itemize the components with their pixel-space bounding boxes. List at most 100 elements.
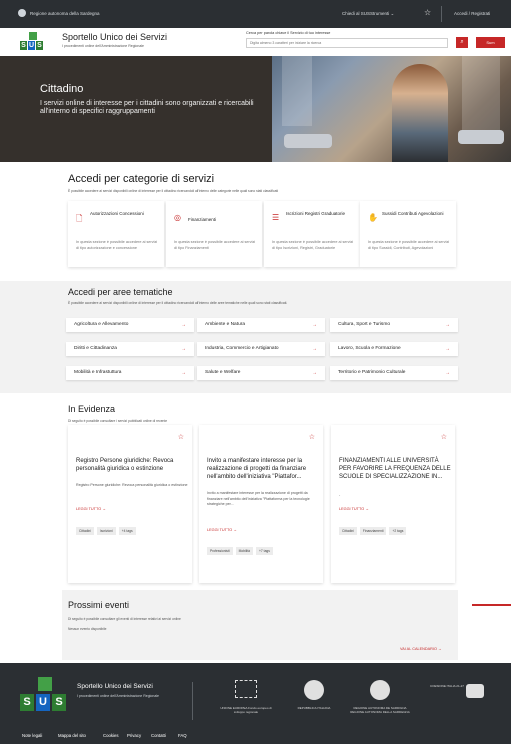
category-label: Sussidi Contributi Agevolazioni [382, 211, 444, 216]
category-description: In questa sezione è possibile accedere a… [272, 240, 354, 250]
logo-letter: S [20, 694, 34, 711]
footer-link-faq[interactable]: FAQ [178, 733, 187, 738]
category-description: In questa sezione è possibile accedere a… [174, 240, 256, 250]
login-link[interactable]: Accedi / Registrati [454, 11, 490, 16]
arrow-right-icon: → [312, 346, 317, 352]
area-mobilita[interactable]: Mobilità e Infrastuttura → [66, 366, 194, 380]
evidence-card[interactable]: ☆ Registro Persone giuridiche: Revoca pe… [68, 425, 192, 583]
partner-caption: REGIONE AUTONOMA DE SARDIGNA REGIONE AUT… [350, 706, 410, 714]
search-icon: ⌕ [460, 39, 464, 45]
category-label: Iscrizioni Registri Graduatorie [286, 211, 346, 216]
logo-letter: S [20, 41, 27, 50]
partner-caption: COESIONE ITALIA 21-27 [430, 684, 464, 688]
favorite-star-icon[interactable]: ☆ [178, 433, 184, 441]
favorite-star-icon[interactable]: ☆ [309, 433, 315, 441]
sum-button[interactable]: Sum [476, 37, 505, 48]
area-label: Industria, Commercio e Artigianato [205, 346, 279, 351]
footer-link-contatti[interactable]: Contatti [151, 733, 166, 738]
eu-flag-icon [235, 680, 257, 698]
tag-list: Professionisti Mobilità +7 tags [207, 547, 273, 555]
area-label: Diritti e Cittadinanza [74, 346, 117, 351]
region-emblem-icon [18, 9, 26, 17]
area-label: Cultura, Sport e Turismo [338, 322, 390, 327]
area-diritti[interactable]: Diritti e Cittadinanza → [66, 342, 194, 356]
area-lavoro[interactable]: Lavoro, Scuola e Formazione → [330, 342, 458, 356]
footer-link-privacy[interactable]: Privacy [127, 733, 141, 738]
partner-caption: REPUBBLICA ITALIANA [297, 706, 331, 710]
tag[interactable]: Iscrizioni [96, 527, 116, 535]
tag[interactable]: Finanziamenti [359, 527, 387, 535]
area-label: Ambiente e Natura [205, 322, 245, 327]
calendar-link[interactable]: VAI AL CALENDARIO → [400, 647, 442, 651]
read-more-link[interactable]: LEGGI TUTTO → [76, 507, 106, 511]
categories-subtitle: È possibile accedere ai servizi disponib… [68, 189, 279, 193]
hero-image [272, 56, 511, 162]
category-label: Autorizzazioni Concessioni [90, 211, 144, 216]
category-card-iscrizioni[interactable]: ☰ Iscrizioni Registri Graduatorie In que… [264, 201, 360, 267]
arrow-right-icon: → [181, 322, 186, 328]
search-button[interactable]: ⌕ [456, 37, 468, 48]
list-icon: ☰ [272, 213, 280, 222]
tools-menu[interactable]: Strumenti ⌄ [370, 11, 394, 17]
tag[interactable]: +7 tags [255, 547, 273, 555]
events-title: Prossimi eventi [68, 600, 130, 610]
tag-list: Cittadini Finanziamenti +2 tags [339, 527, 407, 535]
arrow-right-icon: → [445, 322, 450, 328]
read-more-label: LEGGI TUTTO [207, 528, 233, 532]
coesione-italia-icon [466, 684, 484, 698]
areas-title: Accedi per aree tematiche [68, 287, 173, 297]
events-empty-message: Nessun evento disponibile [68, 627, 107, 631]
category-card-autorizzazioni[interactable]: 🗋 Autorizzazioni Concessioni In questa s… [68, 201, 164, 267]
divider [192, 682, 193, 720]
tag[interactable]: Cittadini [76, 527, 94, 535]
evidence-card-title[interactable]: Invito a manifestare interesse per la re… [207, 457, 319, 481]
tag[interactable]: Mobilità [235, 547, 253, 555]
area-territorio[interactable]: Territorio e Patrimonio Culturale → [330, 366, 458, 380]
tag[interactable]: +2 tags [389, 527, 407, 535]
arrow-right-icon: → [312, 322, 317, 328]
category-card-finanziamenti[interactable]: ◎ Finanziamenti In questa sezione è poss… [166, 201, 262, 267]
evidence-card[interactable]: ☆ Invito a manifestare interesse per la … [199, 425, 323, 583]
site-subtitle: I procedimenti online dell'Amministrazio… [62, 44, 144, 48]
tag[interactable]: Cittadini [339, 527, 357, 535]
divider [441, 6, 442, 22]
ask-sus-link[interactable]: Chiedi al SUS [342, 11, 370, 16]
footer-link-mappa[interactable]: Mappa del sito [58, 733, 86, 738]
eu-badge: UNIONE EUROPEA Fondo europeo di sviluppo… [216, 680, 276, 720]
tag[interactable]: +4 tags [118, 527, 136, 535]
region-link[interactable]: Regione autonoma della Sardegna [30, 11, 100, 16]
footer-logo[interactable]: S U S [20, 677, 66, 711]
evidence-card-description: - [339, 493, 341, 497]
site-title[interactable]: Sportello Unico dei Servizi [62, 32, 167, 42]
read-more-link[interactable]: LEGGI TUTTO → [339, 507, 369, 511]
favorites-star-icon[interactable]: ☆ [424, 8, 431, 17]
favorite-star-icon[interactable]: ☆ [441, 433, 447, 441]
sus-logo[interactable]: S U S [20, 32, 44, 50]
area-industria[interactable]: Industria, Commercio e Artigianato → [197, 342, 325, 356]
coins-icon: ◎ [174, 213, 181, 222]
areas-subtitle: È possibile accedere ai servizi disponib… [68, 301, 288, 305]
area-ambiente[interactable]: Ambiente e Natura → [197, 318, 325, 332]
search-label: Cerca per parola chiave il Servizio di t… [246, 31, 331, 35]
category-description: In questa sezione è possibile accedere a… [368, 240, 450, 250]
arrow-right-icon: → [181, 370, 186, 376]
chevron-down-icon: ⌄ [390, 11, 395, 16]
evidence-card[interactable]: ☆ FINANZIAMENTI ALLE UNIVERSITÀ PER FAVO… [331, 425, 455, 583]
category-card-sussidi[interactable]: ✋ Sussidi Contributi Agevolazioni In que… [360, 201, 456, 267]
evidence-card-description: Registro Persone giuridiche: Revoca pers… [76, 483, 188, 487]
evidence-card-title[interactable]: FINANZIAMENTI ALLE UNIVERSITÀ PER FAVORI… [339, 457, 451, 481]
hero-title: Cittadino [40, 83, 84, 95]
footer-link-cookies[interactable]: Cookies [103, 733, 119, 738]
republic-emblem-icon [304, 680, 324, 700]
area-agricoltura[interactable]: Agricoltura e Allevamento → [66, 318, 194, 332]
footer-link-note-legali[interactable]: Note legali [22, 733, 42, 738]
read-more-link[interactable]: LEGGI TUTTO → [207, 528, 237, 532]
search-input[interactable] [246, 38, 448, 48]
area-cultura[interactable]: Cultura, Sport e Turismo → [330, 318, 458, 332]
area-salute[interactable]: Salute e Welfare → [197, 366, 325, 380]
logo-letter: S [52, 694, 66, 711]
evidence-card-title[interactable]: Registro Persone giuridiche: Revoca pers… [76, 457, 188, 473]
area-label: Territorio e Patrimonio Culturale [338, 370, 406, 375]
footer-title: Sportello Unico dei Servizi [77, 683, 153, 690]
tag[interactable]: Professionisti [207, 547, 233, 555]
